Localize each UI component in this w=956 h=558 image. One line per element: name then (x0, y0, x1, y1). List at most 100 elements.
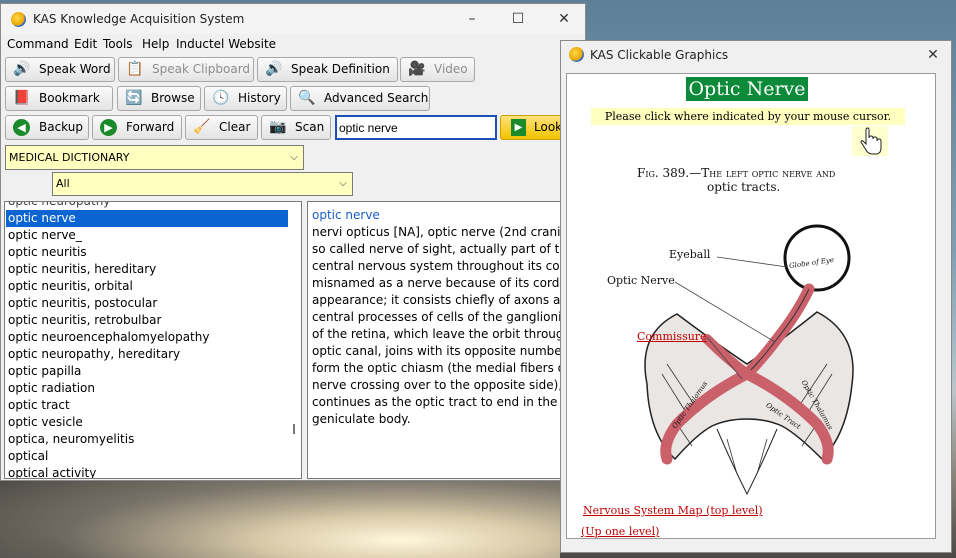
speak-definition-button[interactable]: 🔊 Speak Definition (257, 57, 398, 82)
clear-label: Clear (219, 120, 251, 134)
list-item[interactable]: optical (6, 448, 288, 465)
main-window: KAS Knowledge Acquisition System – ☐ ✕ C… (0, 3, 587, 481)
search-input[interactable] (335, 115, 497, 140)
list-item[interactable]: optic neuritis, retrobulbar (6, 312, 288, 329)
scan-icon: 📷 (269, 119, 287, 135)
scan-button[interactable]: 📷 Scan (261, 115, 331, 140)
definition-line: continues as the optic tract to end in t… (312, 395, 562, 409)
list-item[interactable]: optic vesicle (6, 414, 288, 431)
optic-nerve-diagram[interactable] (567, 74, 935, 538)
definition-text: nervi opticus [NA], optic nerve (2nd cra… (312, 224, 563, 428)
definition-term: optic nerve (312, 208, 380, 222)
speak-word-button[interactable]: 🔊 Speak Word (5, 57, 115, 82)
list-item[interactable]: optic neuritis, orbital (6, 278, 288, 295)
list-item[interactable]: optic nerve_ (6, 227, 288, 244)
list-item[interactable]: optic nerve (6, 210, 288, 227)
menu-command[interactable]: Command (7, 37, 69, 51)
label-eyeball: Eyeball (669, 248, 711, 261)
back-arrow-icon: ◀ (13, 119, 30, 136)
go-arrow-icon: ▶ (511, 119, 526, 136)
definition-line: appearance; it consists chiefly of axons… (312, 293, 563, 307)
midbrain-outline (716, 428, 778, 496)
definition-line: central processes of cells of the gangli… (312, 310, 563, 324)
list-item[interactable]: optic neuritis, postocular (6, 295, 288, 312)
graphics-close-button[interactable]: ✕ (915, 41, 951, 69)
list-item[interactable]: optic radiation (6, 380, 288, 397)
label-optic-nerve: Optic Nerve (607, 274, 675, 287)
definition-line: geniculate body. (312, 412, 411, 426)
forward-button[interactable]: ▶ Forward (92, 115, 182, 140)
forward-label: Forward (126, 120, 175, 134)
history-button[interactable]: 🕓 History (204, 86, 287, 111)
word-list[interactable]: optic neuropathy optic nerve optic nerve_… (4, 201, 302, 479)
backup-button[interactable]: ◀ Backup (5, 115, 89, 140)
list-item[interactable]: optical activity (6, 465, 288, 478)
clear-button[interactable]: 🧹 Clear (185, 115, 258, 140)
maximize-button[interactable]: ☐ (495, 4, 541, 34)
category-select[interactable]: All ⌵ (52, 172, 353, 196)
advanced-search-button[interactable]: 🔍 Advanced Search (290, 86, 430, 111)
graphics-scrollbar[interactable] (939, 73, 948, 539)
browse-arrows-icon: 🔄 (125, 90, 143, 106)
speak-word-label: Speak Word (39, 62, 111, 76)
graphics-titlebar[interactable]: KAS Clickable Graphics ✕ (561, 41, 951, 69)
list-item-partial: optic neuropathy (8, 201, 111, 208)
speaker-icon: 🔊 (13, 61, 31, 77)
menu-edit[interactable]: Edit (74, 37, 97, 51)
eyeball-leader-line (716, 256, 788, 268)
speak-clipboard-label: Speak Clipboard (152, 62, 251, 76)
close-button[interactable]: ✕ (541, 4, 587, 34)
speaker-book-icon: 🔊 (265, 61, 283, 77)
history-clock-icon: 🕓 (212, 90, 230, 106)
bookmark-label: Bookmark (39, 91, 100, 105)
minimize-button[interactable]: – (449, 4, 495, 34)
app-icon (569, 47, 584, 62)
app-icon (11, 12, 26, 27)
desktop-sunlight (0, 470, 560, 558)
nervous-system-map-link[interactable]: Nervous System Map (top level) (583, 504, 763, 517)
chevron-down-icon: ⌵ (339, 178, 347, 189)
dictionary-select-value: MEDICAL DICTIONARY (9, 151, 130, 164)
bookmark-button[interactable]: 📕 Bookmark (5, 86, 113, 111)
up-one-level-link[interactable]: (Up one level) (581, 525, 659, 538)
backup-label: Backup (39, 120, 83, 134)
film-camera-icon: 🎥 (408, 61, 426, 77)
list-item[interactable]: optic tract (6, 397, 288, 414)
definition-line: central nervous system throughout its co… (312, 259, 563, 273)
menu-inductel-website[interactable]: Inductel Website (176, 37, 276, 51)
browse-label: Browse (151, 91, 195, 105)
list-scrollbar-thumb[interactable] (293, 424, 295, 434)
video-button[interactable]: 🎥 Video (400, 57, 475, 82)
list-item[interactable]: optic neuropathy, hereditary (6, 346, 288, 363)
menu-tools[interactable]: Tools (103, 37, 133, 51)
history-label: History (238, 91, 281, 105)
list-item[interactable]: optic neuritis (6, 244, 288, 261)
list-item[interactable]: optic neuroencephalomyelopathy (6, 329, 288, 346)
definition-line: misnamed as a nerve because of its cordl… (312, 276, 563, 290)
menu-bar: Command Edit Tools Help Inductel Website (1, 35, 585, 53)
list-item[interactable]: optic papilla (6, 363, 288, 380)
graphics-window: KAS Clickable Graphics ✕ Optic Nerve Ple… (560, 40, 952, 553)
menu-help[interactable]: Help (142, 37, 169, 51)
speak-definition-label: Speak Definition (291, 62, 390, 76)
main-titlebar[interactable]: KAS Knowledge Acquisition System – ☐ ✕ (1, 4, 585, 34)
advanced-search-label: Advanced Search (324, 91, 429, 105)
lookup-label: Look (534, 120, 563, 134)
browse-button[interactable]: 🔄 Browse (117, 86, 201, 111)
graphics-pane: Optic Nerve Please click where indicated… (566, 73, 936, 539)
commissure-link[interactable]: Commissure (637, 330, 707, 343)
definition-line: nerve crossing over to the opposite side… (312, 378, 563, 392)
magnifier-icon: 🔍 (298, 90, 316, 106)
dictionary-select[interactable]: MEDICAL DICTIONARY ⌵ (5, 145, 304, 170)
definition-line: so called nerve of sight, actually part … (312, 242, 563, 256)
speak-clipboard-button[interactable]: 📋 Speak Clipboard (118, 57, 254, 82)
definition-line: optic canal, joins with its opposite num… (312, 344, 563, 358)
list-item[interactable]: optic neuritis, hereditary (6, 261, 288, 278)
video-label: Video (434, 62, 468, 76)
chevron-down-icon: ⌵ (290, 152, 298, 163)
list-item[interactable]: optica, neuromyelitis (6, 431, 288, 448)
book-icon: 📕 (13, 90, 31, 106)
forward-arrow-icon: ▶ (100, 119, 117, 136)
definition-line: nervi opticus [NA], optic nerve (2nd cra… (312, 225, 562, 239)
eraser-icon: 🧹 (193, 119, 211, 135)
